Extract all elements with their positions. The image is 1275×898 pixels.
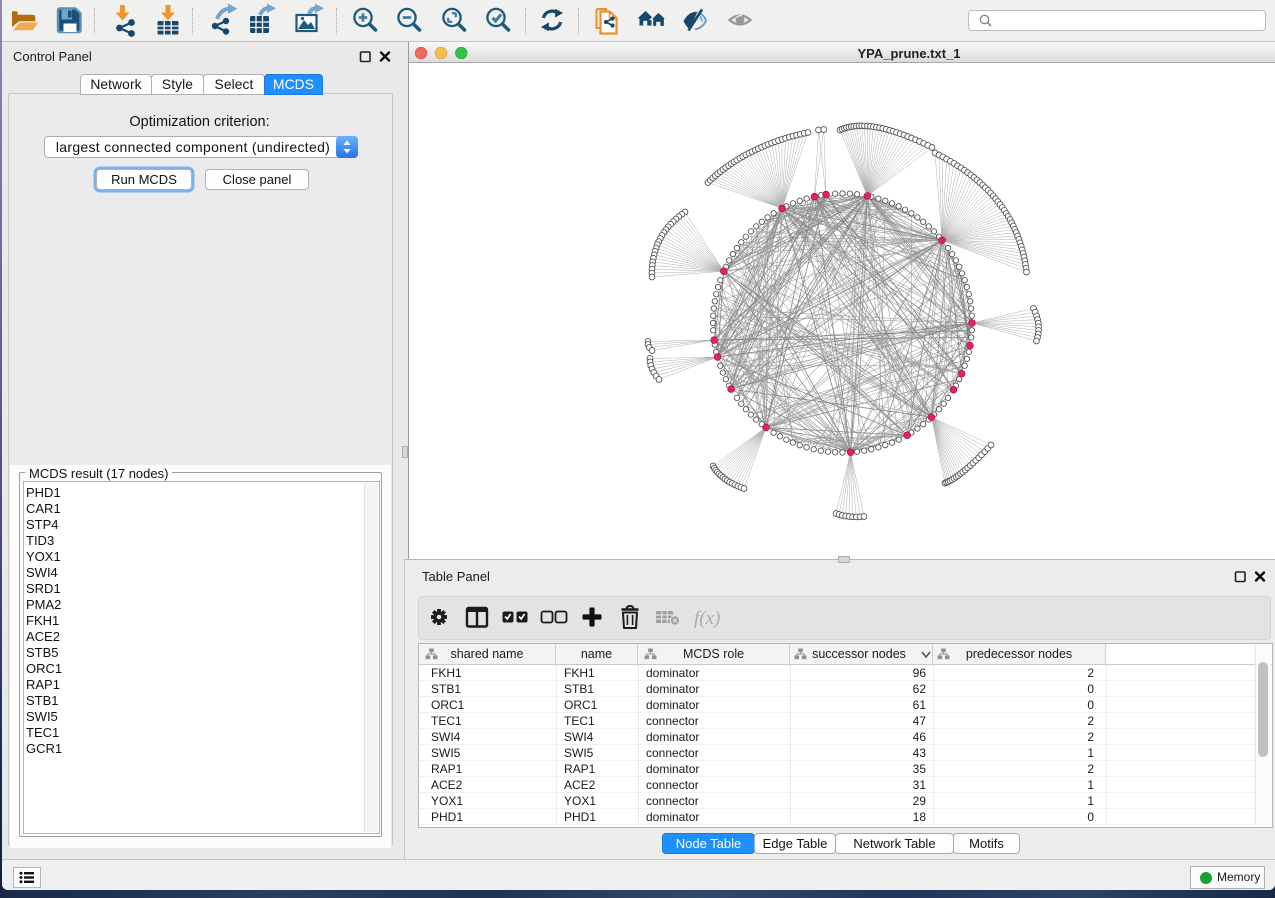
svg-text:f(x): f(x) bbox=[694, 608, 720, 629]
